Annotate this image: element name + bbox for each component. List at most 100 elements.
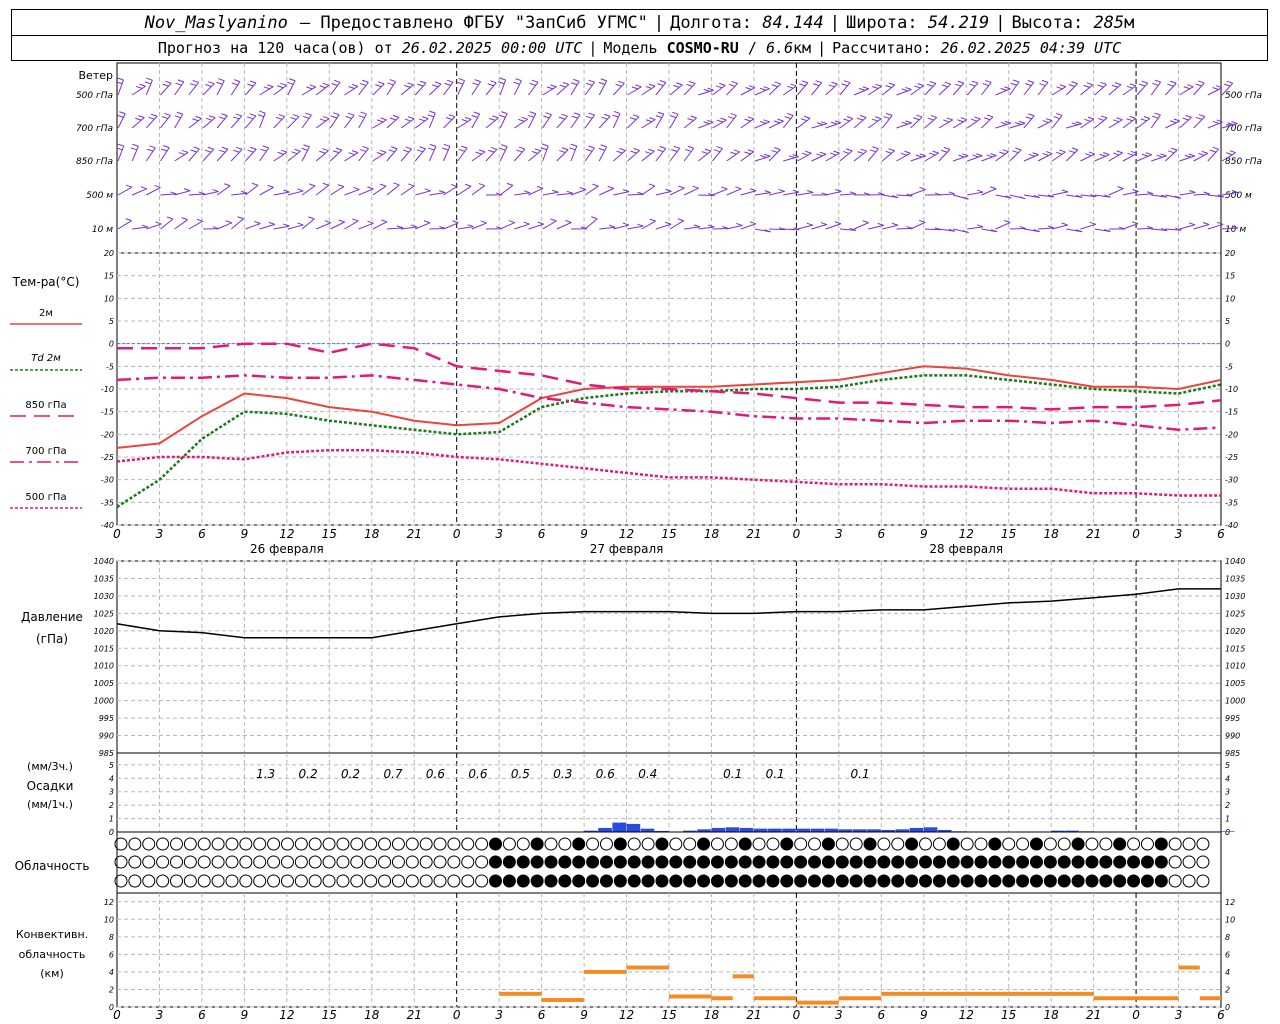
wind-barb-flag <box>431 84 439 88</box>
wind-barb-flag <box>322 82 330 86</box>
x-tick-label-bottom: 0 <box>453 1008 461 1022</box>
wind-barb-flag <box>407 82 414 86</box>
conv-cloud-bar <box>732 974 754 979</box>
wind-barb <box>967 226 984 230</box>
wind-barb-flag <box>1223 83 1231 87</box>
wind-barb-flag <box>461 145 468 149</box>
wind-barb <box>542 191 559 196</box>
wind-barb-flag <box>830 121 838 125</box>
x-tick-label-bottom: 18 <box>704 1008 720 1022</box>
wind-barb-flag <box>1075 121 1082 125</box>
cloud-cover-symbol <box>391 837 405 851</box>
cloud-cover-symbol <box>225 837 239 851</box>
wind-barb <box>344 220 359 230</box>
x-tick-label: 21 <box>746 527 761 541</box>
wind-barb-flag <box>280 82 287 86</box>
wind-barb-flag <box>1195 83 1202 87</box>
x-tick-label-bottom: 21 <box>746 1008 761 1022</box>
wind-barb-flag <box>926 83 934 87</box>
wind-barb-flag <box>631 86 639 90</box>
wind-barb-flag <box>117 143 124 147</box>
wind-barb-flag <box>489 117 496 121</box>
wind-barb-flag <box>1002 149 1009 153</box>
wind-barb-flag <box>962 153 969 157</box>
cloud-cover-symbol <box>475 874 489 888</box>
cloud-cover-symbol <box>1071 874 1085 888</box>
wind-barb-flag <box>774 81 781 85</box>
cloud-cover-symbol <box>197 855 211 869</box>
wind-barb-flag <box>820 121 828 125</box>
conv-cloud-bar <box>1051 991 1094 996</box>
wind-level-label-left: 850 гПа <box>76 157 113 167</box>
pressure-tick-right: 1005 <box>1225 679 1245 688</box>
cloud-cover-symbol <box>988 837 1002 851</box>
wind-barb-flag <box>218 116 225 120</box>
wind-barb-flag <box>407 116 415 120</box>
wind-barb-flag <box>630 150 637 154</box>
wind-barb <box>1052 224 1068 230</box>
wind-barb-flag <box>731 80 738 84</box>
wind-barb-flag <box>1170 147 1178 151</box>
precip-bar <box>824 828 839 832</box>
cloud-cover-symbol <box>1182 855 1196 869</box>
pressure-tick-right: 1020 <box>1225 627 1245 636</box>
wind-barb-flag <box>747 149 754 153</box>
wind-barb-flag <box>885 85 892 88</box>
wind-barb-flag <box>233 149 240 153</box>
wind-barb-flag <box>1116 150 1123 154</box>
wind-barb-flag <box>566 190 573 194</box>
cloud-cover-symbol <box>794 874 808 888</box>
wind-barb-flag <box>550 84 557 88</box>
cloud-cover-symbol <box>932 855 946 869</box>
wind-barb-flag <box>1145 152 1152 156</box>
temp-tick-right: -10 <box>1225 385 1238 394</box>
cloud-cover-symbol <box>1057 837 1071 851</box>
cloud-cover-symbol <box>239 837 253 851</box>
cloud-cover-symbol <box>613 837 627 851</box>
cloud-cover-symbol <box>1085 855 1099 869</box>
cloud-cover-symbol <box>1099 855 1113 869</box>
cloud-cover-symbol <box>558 837 572 851</box>
wind-barb-flag <box>929 152 936 156</box>
wind-barb-flag <box>380 149 387 153</box>
conv-tick-right: 6 <box>1225 950 1230 959</box>
wind-barb-flag <box>297 188 304 192</box>
wind-barb-flag <box>613 110 621 114</box>
cloud-cover-symbol <box>391 874 405 888</box>
wind-barb-flag <box>379 183 387 187</box>
wind-barb-flag <box>1156 154 1163 158</box>
precip-3h-label: 0.1 <box>851 767 870 781</box>
wind-barb-flag <box>543 115 550 119</box>
wind-barb <box>514 192 531 196</box>
wind-barb-flag <box>673 84 680 88</box>
wind-barb-flag <box>419 146 426 150</box>
wind-barb-flag <box>1185 114 1192 118</box>
x-tick-label-bottom: 18 <box>1044 1008 1060 1022</box>
wind-barb-flag <box>376 151 383 155</box>
wind-barb-flag <box>803 115 811 119</box>
wind-barb <box>245 223 261 230</box>
wind-barb <box>754 88 770 96</box>
temp-tick-right: 10 <box>1225 294 1235 303</box>
wind-barb-flag <box>816 153 823 157</box>
wind-barb-flag <box>932 150 939 154</box>
cloud-cover-symbol <box>724 874 738 888</box>
wind-barb <box>117 186 133 196</box>
wind-barb-flag <box>537 221 544 225</box>
temp-tick-left: 20 <box>104 249 114 258</box>
cloud-cover-symbol <box>905 855 919 869</box>
cloud-cover-symbol <box>697 874 711 888</box>
wind-barb-flag <box>146 77 153 81</box>
wind-barb-flag <box>501 111 508 115</box>
wind-barb <box>372 185 387 196</box>
wind-barb-flag <box>290 116 297 120</box>
wind-barb <box>967 191 984 196</box>
pressure-tick-left: 1010 <box>94 662 114 671</box>
pressure-tick-left: 1020 <box>94 627 114 636</box>
wind-barb-flag <box>715 85 723 89</box>
wind-barb <box>641 220 656 230</box>
wind-barb-flag <box>645 119 653 123</box>
wind-barb-flag <box>561 113 568 117</box>
wind-barb-flag <box>886 112 893 116</box>
wind-barb-flag <box>986 154 993 158</box>
